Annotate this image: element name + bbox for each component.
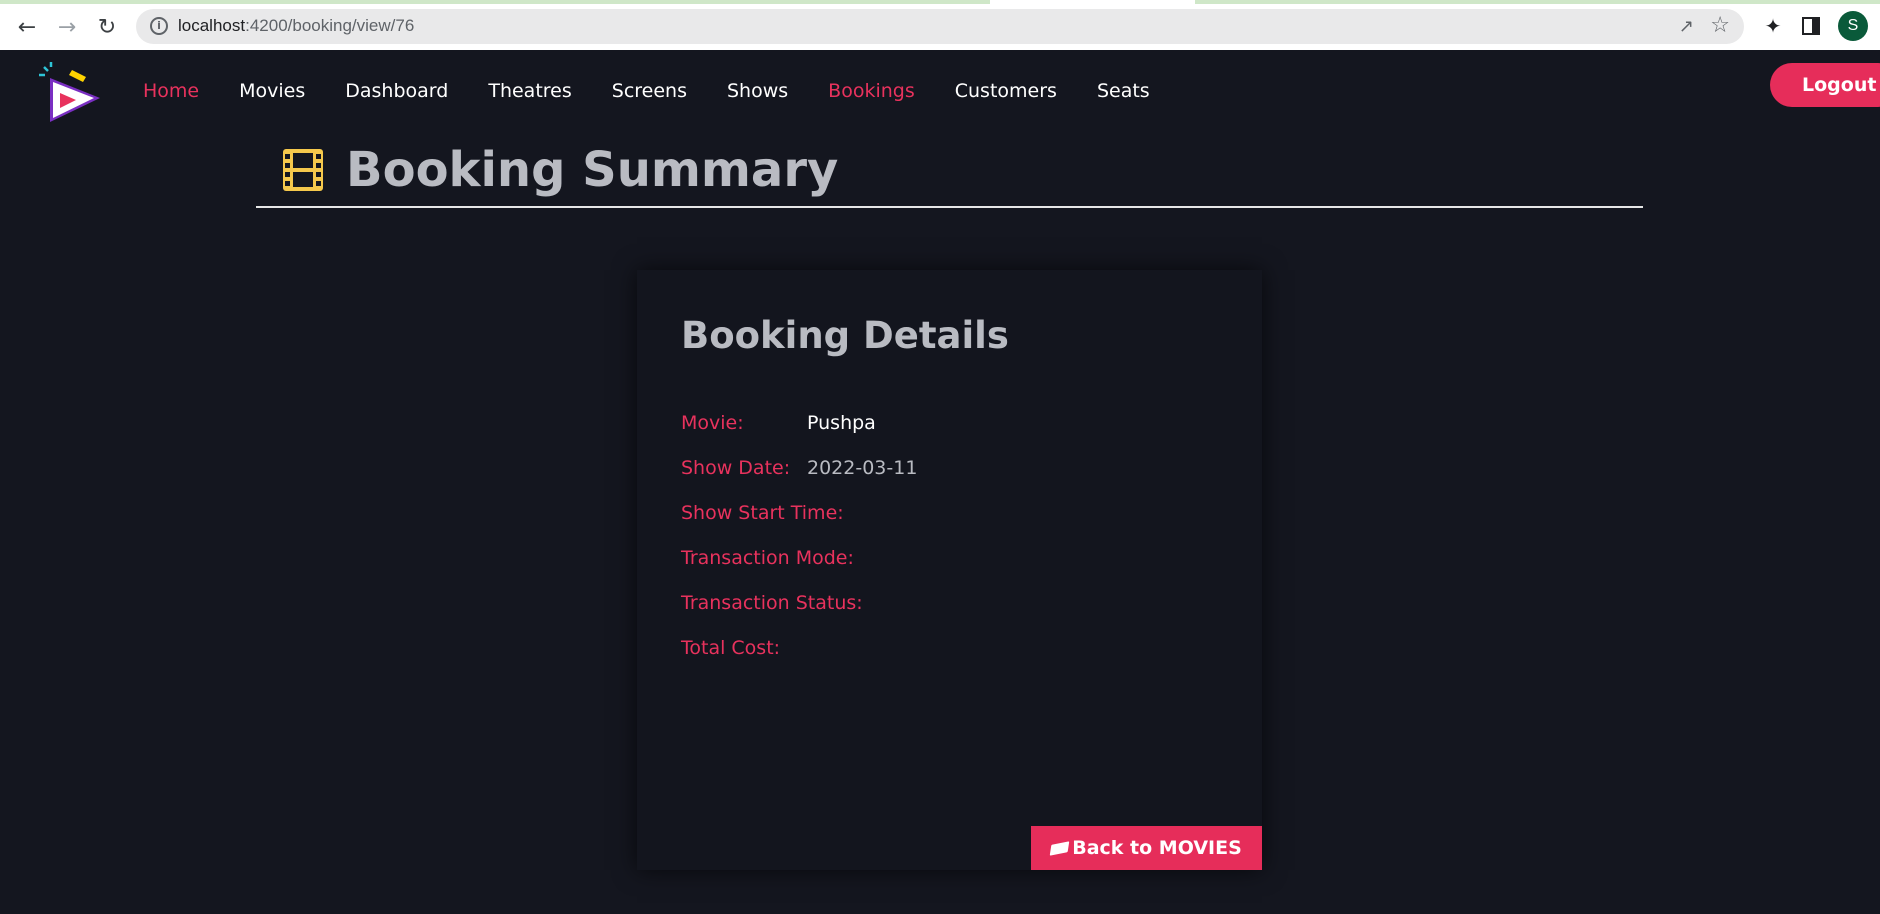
side-panel-icon[interactable] bbox=[1797, 12, 1825, 40]
bookmark-star-icon[interactable]: ☆ bbox=[1710, 13, 1730, 38]
back-arrow-icon[interactable]: ← bbox=[12, 12, 42, 42]
url-path: :4200/booking/view/76 bbox=[245, 16, 415, 35]
url-host: localhost bbox=[178, 16, 246, 35]
forward-arrow-icon[interactable]: → bbox=[52, 12, 82, 42]
detail-label: Show Start Time: bbox=[681, 502, 844, 524]
loading-bar bbox=[0, 0, 1880, 4]
detail-value: Pushpa bbox=[807, 412, 876, 434]
nav-theatres[interactable]: Theatres bbox=[488, 80, 571, 102]
nav-dashboard[interactable]: Dashboard bbox=[345, 80, 448, 102]
share-icon[interactable]: ↗ bbox=[1679, 16, 1694, 37]
detail-label: Transaction Mode: bbox=[681, 547, 854, 569]
page-title: Booking Summary bbox=[346, 142, 839, 198]
back-button-label: Back to MOVIES bbox=[1072, 837, 1242, 859]
detail-row-show-date: Show Date: 2022-03-11 bbox=[681, 457, 917, 479]
ticket-icon bbox=[1049, 841, 1070, 856]
detail-row-show-start-time: Show Start Time: bbox=[681, 502, 844, 524]
nav-bookings[interactable]: Bookings bbox=[828, 80, 915, 102]
main-nav: Home Movies Dashboard Theatres Screens S… bbox=[143, 80, 1190, 102]
nav-seats[interactable]: Seats bbox=[1097, 80, 1150, 102]
detail-label: Total Cost: bbox=[681, 637, 781, 659]
detail-row-transaction-status: Transaction Status: bbox=[681, 592, 863, 614]
nav-screens[interactable]: Screens bbox=[612, 80, 687, 102]
detail-label: Show Date: bbox=[681, 457, 791, 479]
nav-shows[interactable]: Shows bbox=[727, 80, 788, 102]
detail-row-total-cost: Total Cost: bbox=[681, 637, 807, 659]
site-info-icon[interactable]: i bbox=[150, 17, 168, 35]
address-bar[interactable]: i localhost:4200/booking/view/76 ↗ ☆ bbox=[136, 9, 1744, 44]
detail-label: Transaction Status: bbox=[681, 592, 863, 614]
url-text[interactable]: localhost:4200/booking/view/76 bbox=[178, 16, 414, 36]
nav-home[interactable]: Home bbox=[143, 80, 199, 102]
detail-row-movie: Movie: Pushpa bbox=[681, 412, 876, 434]
logout-button[interactable]: Logout bbox=[1770, 63, 1880, 107]
profile-avatar[interactable]: S bbox=[1838, 11, 1868, 41]
card-title: Booking Details bbox=[681, 314, 1009, 357]
browser-chrome: ← → ↻ i localhost:4200/booking/view/76 ↗… bbox=[0, 0, 1880, 50]
play-logo[interactable] bbox=[38, 60, 108, 130]
detail-label: Movie: bbox=[681, 412, 744, 434]
nav-customers[interactable]: Customers bbox=[955, 80, 1057, 102]
detail-value: 2022-03-11 bbox=[807, 457, 918, 479]
film-strip-icon bbox=[283, 149, 323, 191]
summary-header: Booking Summary bbox=[256, 136, 1643, 208]
nav-movies[interactable]: Movies bbox=[239, 80, 305, 102]
detail-row-transaction-mode: Transaction Mode: bbox=[681, 547, 854, 569]
extensions-puzzle-icon[interactable]: ✦ bbox=[1759, 12, 1787, 40]
back-to-movies-button[interactable]: Back to MOVIES bbox=[1031, 826, 1262, 870]
booking-details-card: Booking Details Movie: Pushpa Show Date: 2… bbox=[637, 270, 1262, 870]
app-root: Home Movies Dashboard Theatres Screens S… bbox=[0, 50, 1880, 914]
reload-icon[interactable]: ↻ bbox=[92, 12, 122, 42]
